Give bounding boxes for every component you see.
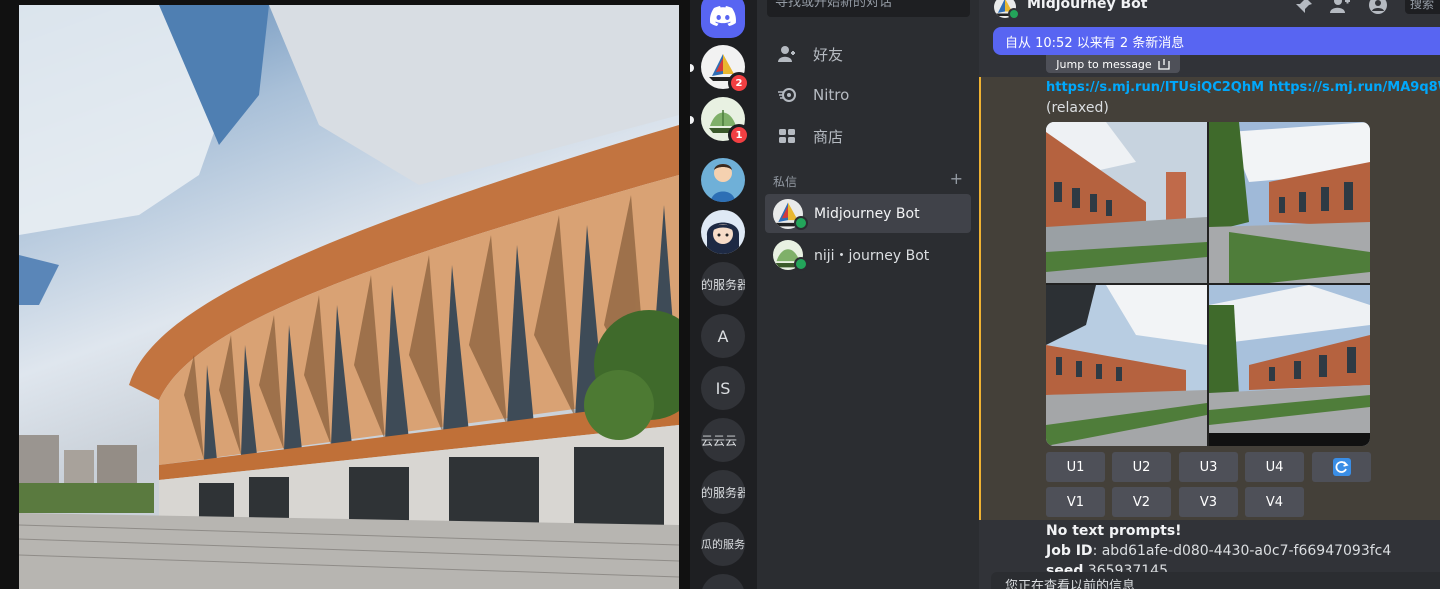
server-is[interactable]: IS bbox=[701, 366, 745, 410]
mode-label: (relaxed) bbox=[1046, 100, 1109, 116]
job-id-value: : abd61afe-d080-4430-a0c7-f66947093fc4 bbox=[1092, 543, 1392, 559]
prompt-links[interactable]: https://s.mj.run/ITUsiQC2QhM https://s.m… bbox=[1046, 80, 1440, 95]
grid-image-3[interactable] bbox=[1046, 285, 1207, 446]
upscale-4-button[interactable]: U4 bbox=[1245, 452, 1304, 482]
shop-icon bbox=[777, 126, 797, 146]
chat-title: Midjourney Bot bbox=[1027, 0, 1148, 12]
server-rail: 2 1 的服务器 A IS 云云云 的服务器 瓜的服务 bbox=[690, 0, 757, 589]
profile-icon[interactable] bbox=[1367, 0, 1389, 16]
online-status-icon bbox=[794, 216, 808, 230]
add-friend-icon[interactable] bbox=[1329, 0, 1351, 16]
avatar-kid-icon bbox=[711, 164, 735, 202]
dm-item-label: Midjourney Bot bbox=[814, 205, 920, 222]
upscale-1-button[interactable]: U1 bbox=[1046, 452, 1105, 482]
server-partial[interactable] bbox=[701, 574, 745, 589]
jump-to-message-button[interactable]: Jump to message bbox=[1046, 55, 1180, 73]
online-status-icon bbox=[794, 257, 808, 271]
friends-icon bbox=[777, 44, 797, 64]
create-dm-button[interactable]: + bbox=[950, 171, 963, 190]
upscale-3-button[interactable]: U3 bbox=[1179, 452, 1238, 482]
grid-image-1[interactable] bbox=[1046, 122, 1207, 283]
new-messages-bar[interactable]: 自从 10:52 以来有 2 条新消息 bbox=[993, 27, 1440, 55]
refresh-icon bbox=[1332, 458, 1351, 476]
server-a[interactable]: A bbox=[701, 314, 745, 358]
notification-badge: 1 bbox=[728, 124, 750, 146]
reroll-button[interactable] bbox=[1312, 452, 1371, 482]
prompt-note-text: No text prompts! bbox=[1046, 523, 1182, 539]
dm-item-midjourney[interactable]: Midjourney Bot bbox=[765, 194, 971, 233]
variation-2-button[interactable]: V2 bbox=[1112, 487, 1171, 517]
image-viewer bbox=[0, 0, 690, 589]
prompt-note: No text prompts! bbox=[1046, 523, 1182, 539]
job-id-line: Job ID: abd61afe-d080-4430-a0c7-f6694709… bbox=[1046, 543, 1391, 559]
nav-nitro[interactable]: Nitro bbox=[765, 75, 971, 115]
nav-shop-label: 商店 bbox=[813, 127, 844, 146]
unread-indicator bbox=[690, 64, 694, 72]
server-avatar-kid[interactable] bbox=[701, 158, 745, 202]
avatar-anime-icon bbox=[706, 222, 740, 254]
unread-indicator bbox=[690, 116, 694, 124]
grid-image-4[interactable] bbox=[1209, 285, 1370, 446]
notification-badge: 2 bbox=[728, 72, 750, 94]
online-status-icon bbox=[1008, 8, 1020, 20]
chat-panel: Midjourney Bot 搜索 自从 10:52 以来有 2 条新消息 Ju… bbox=[979, 0, 1440, 589]
server-avatar-anime[interactable] bbox=[701, 210, 745, 254]
server-text-2[interactable]: 云云云 bbox=[701, 418, 745, 462]
upscale-2-button[interactable]: U2 bbox=[1112, 452, 1171, 482]
dm-sidebar: 寻找或开始新的对话 好友 Nitro 商店 私信 + Midjourney Bo… bbox=[757, 0, 979, 589]
jump-icon bbox=[1158, 59, 1170, 70]
nitro-icon bbox=[777, 85, 797, 105]
server-text-4[interactable]: 瓜的服务 bbox=[701, 522, 745, 566]
nav-shop[interactable]: 商店 bbox=[765, 116, 971, 156]
viewing-older-messages-bar[interactable]: 您正在查看以前的信息 bbox=[991, 572, 1440, 589]
nav-nitro-label: Nitro bbox=[813, 86, 850, 104]
variation-1-button[interactable]: V1 bbox=[1046, 487, 1105, 517]
image-grid[interactable] bbox=[1046, 122, 1370, 446]
variation-3-button[interactable]: V3 bbox=[1179, 487, 1238, 517]
chat-header: Midjourney Bot 搜索 bbox=[979, 0, 1440, 26]
grid-image-2[interactable] bbox=[1209, 122, 1370, 283]
server-text-3[interactable]: 的服务器 bbox=[701, 470, 745, 514]
server-text-1[interactable]: 的服务器 bbox=[701, 262, 745, 306]
discord-home-button[interactable] bbox=[701, 0, 745, 38]
dm-item-label: niji・journey Bot bbox=[814, 247, 930, 264]
search-input[interactable]: 搜索 bbox=[1405, 0, 1440, 14]
nav-friends[interactable]: 好友 bbox=[765, 34, 971, 74]
nav-friends-label: 好友 bbox=[813, 45, 844, 64]
find-conversation-input[interactable]: 寻找或开始新的对话 bbox=[767, 0, 970, 17]
dm-section-header: 私信 + bbox=[773, 171, 963, 190]
jump-label: Jump to message bbox=[1056, 57, 1152, 71]
discord-logo-icon bbox=[710, 6, 736, 26]
job-id-label: Job ID bbox=[1046, 543, 1093, 559]
pin-icon[interactable] bbox=[1293, 0, 1315, 16]
variation-4-button[interactable]: V4 bbox=[1245, 487, 1304, 517]
dm-section-title: 私信 bbox=[773, 175, 798, 189]
dm-item-niji[interactable]: niji・journey Bot bbox=[765, 235, 971, 274]
preview-image[interactable] bbox=[19, 5, 679, 589]
